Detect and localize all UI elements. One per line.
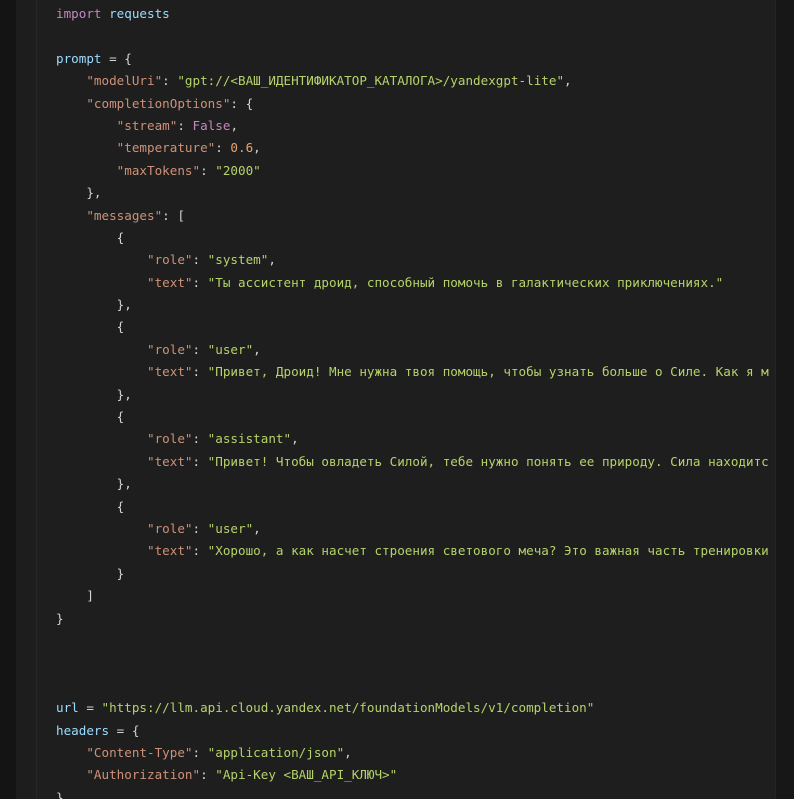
code-block: import requests prompt = { "modelUri": "…	[56, 3, 769, 799]
code-line: "text": "Привет! Чтобы овладеть Силой, т…	[147, 453, 769, 469]
code-line: },	[56, 297, 132, 313]
code-line: "temperature": 0.6,	[116, 140, 261, 156]
value-stream: False	[192, 117, 231, 133]
code-line: },	[56, 185, 102, 201]
code-line: prompt = {	[56, 50, 132, 66]
value-temperature: 0.6	[230, 140, 254, 156]
value-model-uri: "gpt://<ВАШ_ИДЕНТИФИКАТОР_КАТАЛОГА>/yand…	[177, 73, 565, 89]
code-line: }	[56, 789, 64, 799]
code-line: {	[56, 229, 125, 245]
code-line: "role": "assistant",	[147, 431, 299, 447]
value-role: "system"	[207, 252, 269, 268]
key-authorization: "Authorization"	[86, 767, 201, 783]
code-line: "role": "user",	[147, 520, 261, 536]
key-text: "text"	[147, 364, 193, 380]
code-editor[interactable]: import requests prompt = { "modelUri": "…	[37, 0, 775, 799]
key-messages: "messages"	[86, 207, 163, 223]
key-text: "text"	[147, 453, 193, 469]
code-line: import requests	[56, 3, 769, 25]
code-line: "Authorization": "Api-Key <ВАШ_API_КЛЮЧ>…	[86, 767, 398, 783]
vertical-scrollbar[interactable]	[775, 0, 794, 799]
module-name: requests	[109, 6, 170, 21]
variable-url: url	[56, 700, 79, 716]
code-line: },	[56, 386, 132, 402]
code-line: {	[56, 319, 125, 335]
key-temperature: "temperature"	[116, 140, 216, 156]
code-line: }	[56, 610, 64, 626]
value-text: "Привет, Дроид! Мне нужна твоя помощь, ч…	[207, 364, 769, 380]
key-text: "text"	[147, 274, 193, 290]
key-stream: "stream"	[116, 117, 178, 133]
key-completion-options: "completionOptions"	[86, 95, 231, 111]
value-authorization: "Api-Key <ВАШ_API_КЛЮЧ>"	[215, 767, 398, 783]
key-role: "role"	[147, 341, 193, 357]
value-role: "user"	[207, 341, 254, 357]
code-line: ]	[56, 588, 94, 604]
value-max-tokens: "2000"	[215, 162, 261, 178]
code-line: "role": "user",	[147, 341, 261, 357]
code-line: "messages": [	[86, 207, 185, 223]
key-max-tokens: "maxTokens"	[116, 162, 201, 178]
value-url: "https://llm.api.cloud.yandex.net/founda…	[101, 700, 595, 716]
code-line: {	[56, 409, 125, 425]
value-text: "Хорошо, а как насчет строения светового…	[207, 543, 769, 559]
keyword-import: import	[56, 6, 102, 21]
value-content-type: "application/json"	[207, 744, 345, 760]
variable-prompt: prompt	[56, 50, 102, 66]
code-line: headers = {	[56, 722, 140, 738]
code-line: "role": "system",	[147, 252, 276, 268]
code-line: },	[56, 476, 132, 492]
value-text: "Ты ассистент дроид, способный помочь в …	[207, 274, 724, 290]
value-text: "Привет! Чтобы овладеть Силой, тебе нужн…	[207, 453, 769, 469]
code-line: "text": "Привет, Дроид! Мне нужна твоя п…	[147, 364, 769, 380]
code-line: url = "https://llm.api.cloud.yandex.net/…	[56, 700, 595, 716]
code-line: "text": "Ты ассистент дроид, способный п…	[147, 274, 724, 290]
code-line: {	[56, 498, 125, 514]
value-role: "user"	[207, 520, 254, 536]
code-line: "Content-Type": "application/json",	[86, 744, 352, 760]
left-gutter	[0, 0, 16, 799]
key-content-type: "Content-Type"	[86, 744, 193, 760]
variable-headers: headers	[56, 722, 110, 738]
code-viewer: import requests prompt = { "modelUri": "…	[0, 0, 794, 799]
code-line: "stream": False,	[116, 117, 239, 133]
code-line: }	[56, 565, 125, 581]
code-line: "completionOptions": {	[86, 95, 254, 111]
key-role: "role"	[147, 252, 193, 268]
code-line: "text": "Хорошо, а как насчет строения с…	[147, 543, 769, 559]
key-model-uri: "modelUri"	[86, 73, 163, 89]
key-role: "role"	[147, 431, 193, 447]
key-text: "text"	[147, 543, 193, 559]
code-line: "maxTokens": "2000"	[116, 162, 261, 178]
value-role: "assistant"	[207, 431, 292, 447]
line-margin	[16, 0, 37, 799]
code-line: "modelUri": "gpt://<ВАШ_ИДЕНТИФИКАТОР_КА…	[86, 73, 572, 89]
key-role: "role"	[147, 520, 193, 536]
